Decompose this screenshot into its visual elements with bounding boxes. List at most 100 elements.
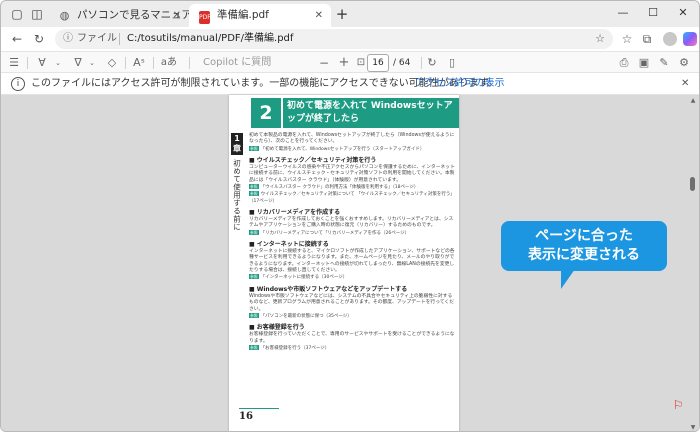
collections-icon[interactable]: ⧉ <box>639 31 655 47</box>
acrobat-icon: ⚐ <box>672 398 684 412</box>
tab-title: パソコンで見るマニュアル <box>77 9 203 21</box>
reference-tag: 参照 <box>249 184 259 190</box>
permission-info-bar: i このファイルにはアクセス許可が制限されています。一部の機能にアクセスできない… <box>1 73 699 95</box>
callout-tail <box>561 269 575 289</box>
view-permissions-link[interactable]: アクセス許可の表示 <box>415 73 505 95</box>
close-icon[interactable]: ✕ <box>173 4 181 27</box>
page-total: / 64 <box>393 58 411 68</box>
annotation-callout: ページに合った 表示に変更される <box>501 221 667 271</box>
pdf-icon: PDF <box>197 8 212 24</box>
chapter-number: 1章 <box>231 133 243 155</box>
copilot-icon[interactable] <box>683 32 697 46</box>
section-title: 初めて電源を入れて Windowsセットアップが終了したら <box>283 98 459 128</box>
section-number: 2 <box>251 98 281 128</box>
two-page-view-icon[interactable]: ▯ <box>445 55 459 71</box>
favorites-icon[interactable]: ☆ <box>619 31 635 47</box>
print-icon[interactable]: ⎙ <box>617 55 631 71</box>
settings-icon[interactable]: ⚙ <box>677 55 691 71</box>
section-body: インターネットに接続すると、マイクロソフトが作成したアプリケーション、サポートな… <box>249 248 455 274</box>
scroll-up-icon[interactable]: ▲ <box>689 97 697 104</box>
highlight-icon[interactable]: ∀ <box>35 55 49 71</box>
pdf-page: 2 初めて電源を入れて Windowsセットアップが終了したら 1章 初めて使用… <box>229 95 459 431</box>
reference-line: 参照 「ウイルスバスター クラウド」の利用方法「体験版を利用する」（18ページ） <box>249 184 419 191</box>
scrollbar-thumb[interactable] <box>690 177 695 191</box>
page-content: 初めて本製品の電源を入れて、Windowsセットアップが終了したら（Window… <box>249 133 455 352</box>
divider <box>153 57 154 69</box>
zoom-in-button[interactable]: + <box>337 55 351 71</box>
reference-line: 参照 「お客様登録を行う（37ページ） <box>249 344 330 351</box>
section-body: お客様登録を行っていただくことで、専用のサービスやサポートを受けることができるよ… <box>249 332 455 344</box>
reference-line: 参照 ウイルスチェック／セキュリティ対策について 「ウイルスチェック／セキュリティ… <box>249 191 455 204</box>
reference-line: 参照 「パソコンを最新の状態に保つ（35ページ） <box>249 312 352 319</box>
tab-manual[interactable]: ◍ パソコンで見るマニュアル ✕ <box>49 4 203 27</box>
eraser-icon[interactable]: ◇ <box>105 55 119 71</box>
address-bar[interactable]: ⓘ ファイル C:/tosutils/manual/PDF/準備編.pdf ☆ <box>55 29 613 49</box>
favorite-icon[interactable]: ☆ <box>595 29 605 49</box>
close-icon[interactable]: ✕ <box>315 4 323 27</box>
back-icon[interactable]: ← <box>9 31 25 47</box>
globe-icon: ◍ <box>59 9 70 22</box>
section-heading: ■ インターネットに接続する <box>249 240 329 248</box>
file-icon: ⓘ <box>63 33 73 44</box>
window-close-button[interactable]: ✕ <box>673 5 693 21</box>
chapter-tab: 1章 初めて使用する前に <box>231 133 243 231</box>
section-heading: ■ ウイルスチェック／セキュリティ対策を行う <box>249 157 377 165</box>
section-body: コンピューターウイルスの感染や不正アクセスからパソコンを保護するために、インター… <box>249 165 455 183</box>
fit-page-icon[interactable]: ⊡ <box>355 55 367 71</box>
reference-line: 参照 「インターネットに接続する（30ページ） <box>249 274 348 281</box>
navigation-bar: ← ↻ ⓘ ファイル C:/tosutils/manual/PDF/準備編.pd… <box>1 27 699 51</box>
close-icon[interactable]: ✕ <box>681 73 689 95</box>
read-aloud-icon[interactable]: Aˢ <box>129 55 149 71</box>
reference-tag: 参照 <box>249 312 259 318</box>
rotate-icon[interactable]: ↻ <box>425 55 439 71</box>
pdf-toolbar: ☰ ∀ ⌄ ∇ ⌄ ◇ Aˢ aあ Copilot に質問 − + ⊡ 16 /… <box>1 51 699 73</box>
tab-actions-icon[interactable]: ◫ <box>29 6 45 22</box>
divider <box>189 57 190 69</box>
divider <box>27 57 28 69</box>
chevron-down-icon[interactable]: ⌄ <box>53 55 63 71</box>
chapter-title: 初めて使用する前に <box>232 159 242 231</box>
address-url[interactable]: C:/tosutils/manual/PDF/準備編.pdf <box>127 29 293 49</box>
reference-tag: 参照 <box>249 191 259 197</box>
divider <box>421 57 422 69</box>
tab-pdf[interactable]: PDF 準備編.pdf ✕ <box>189 4 331 27</box>
page-number: 16 <box>239 411 253 422</box>
avatar[interactable] <box>663 32 677 46</box>
profile-icon[interactable]: ▢ <box>9 6 25 22</box>
section-heading: ■ Windowsや市販ソフトウェアなどをアップデートする <box>249 285 408 293</box>
section-heading: ■ リカバリーメディアを作成する <box>249 208 341 216</box>
page-number-input[interactable]: 16 <box>367 54 389 72</box>
info-icon: i <box>11 77 25 91</box>
new-tab-button[interactable]: + <box>333 5 351 23</box>
zoom-out-button[interactable]: − <box>317 55 331 71</box>
reference-tag: 参照 <box>249 229 259 235</box>
section-heading: ■ お客様登録を行う <box>249 324 305 332</box>
contents-icon[interactable]: ☰ <box>7 55 21 71</box>
section-body: リカバリーメディアを作成しておくことを強くおすすめします。リカバリーメディアとは… <box>249 216 454 229</box>
minimize-button[interactable]: — <box>613 5 633 21</box>
callout-line: ページに合った <box>535 228 633 244</box>
browser-window: ▢ ◫ ◍ パソコンで見るマニュアル ✕ PDF 準備編.pdf ✕ + — ☐… <box>0 0 700 432</box>
refresh-icon[interactable]: ↻ <box>31 31 47 47</box>
vertical-scrollbar[interactable]: ▲ ▼ <box>689 95 697 431</box>
reference-tag: 参照 <box>249 274 259 280</box>
maximize-button[interactable]: ☐ <box>643 5 663 21</box>
tab-bar: ▢ ◫ ◍ パソコンで見るマニュアル ✕ PDF 準備編.pdf ✕ + — ☐… <box>1 1 699 27</box>
tab-title: 準備編.pdf <box>217 9 269 21</box>
address-divider <box>119 33 120 45</box>
reference-line: 参照 「リカバリーメディアについて「リカバリーメディアを作る（26ページ） <box>249 229 410 236</box>
copilot-ask-input[interactable]: Copilot に質問 <box>203 55 271 71</box>
reference-tag: 参照 <box>249 145 259 151</box>
intro-text: 初めて本製品の電源を入れて、Windowsセットアップが終了したら（Window… <box>249 133 455 145</box>
section-body: Windowsや市販ソフトウェアなどには、システムの不具合やセキュリティ上の脆弱… <box>249 293 455 312</box>
chevron-down-icon[interactable]: ⌄ <box>87 55 97 71</box>
draw-icon[interactable]: ∇ <box>71 55 85 71</box>
address-scheme: ファイル <box>77 33 117 44</box>
save-as-icon[interactable]: ✎ <box>657 55 671 71</box>
page-number-rule <box>239 408 279 409</box>
divider <box>125 57 126 69</box>
save-icon[interactable]: ▣ <box>637 55 651 71</box>
callout-line: 表示に変更される <box>528 247 640 263</box>
translate-icon[interactable]: aあ <box>157 55 181 71</box>
scroll-down-icon[interactable]: ▼ <box>689 424 697 431</box>
